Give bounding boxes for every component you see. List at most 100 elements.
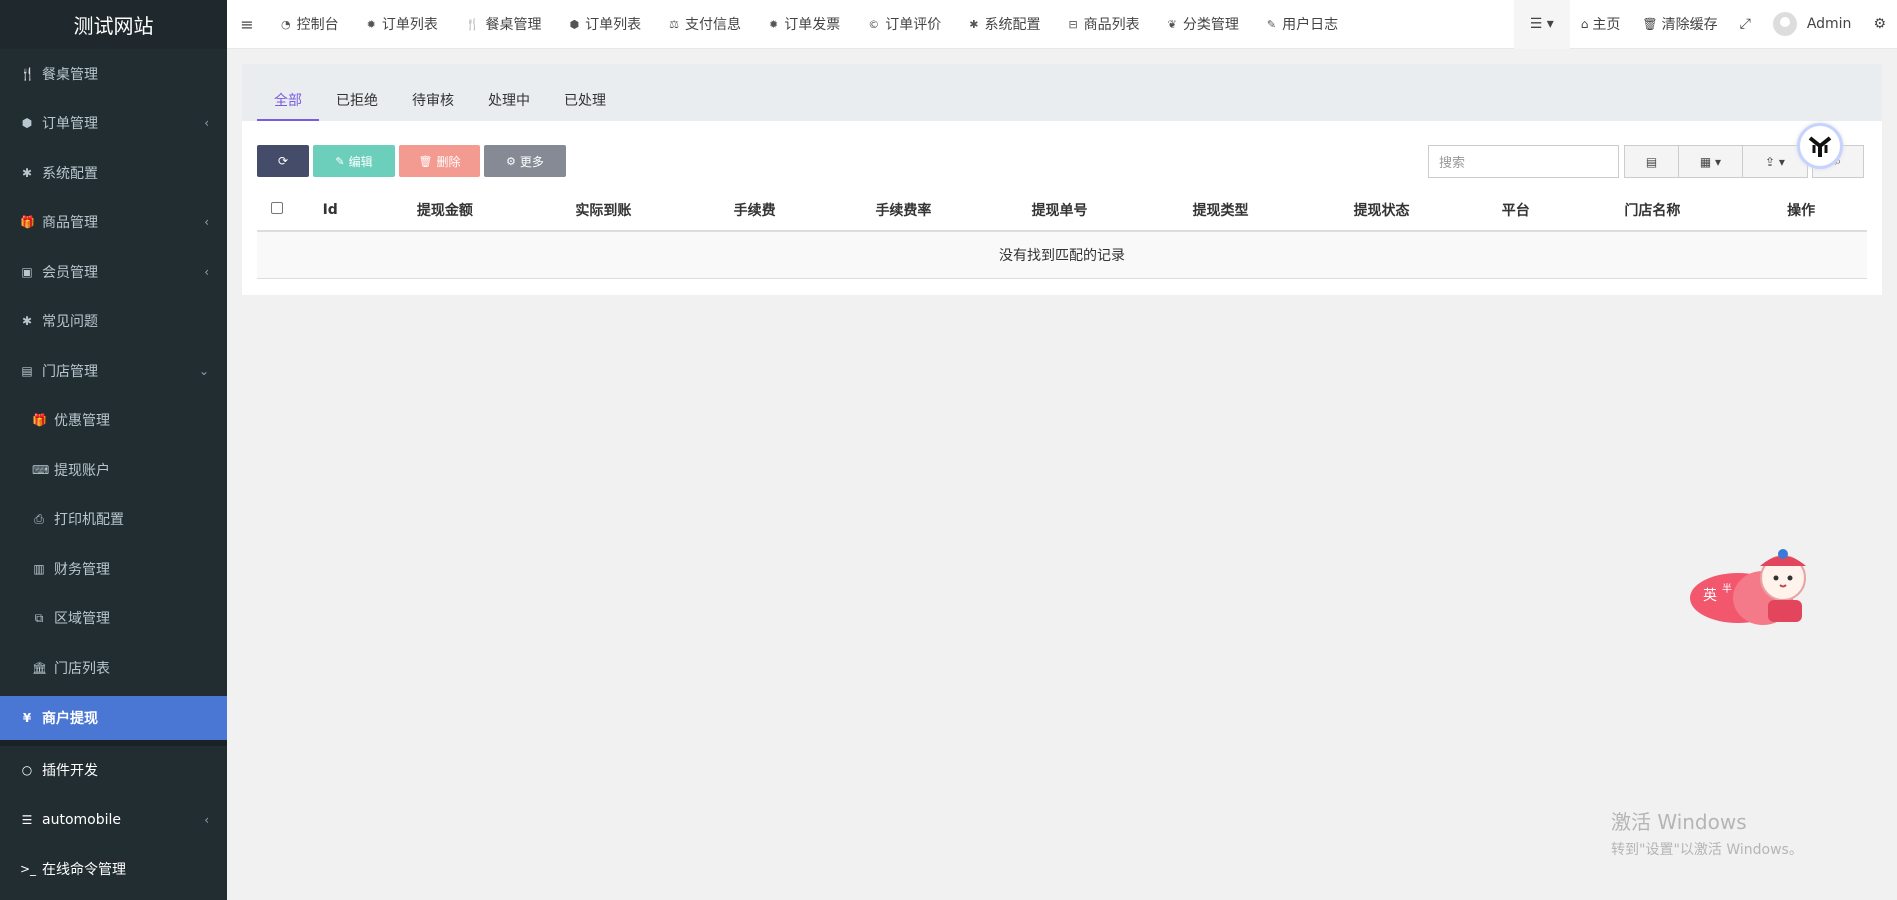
sidebar-item[interactable]: ▣ 会员管理 ‹ [0,247,227,297]
sidebar-item[interactable]: ✱ 系统配置 [0,148,227,198]
top-nav-link[interactable]: ✎ 用户日志 [1253,0,1352,49]
refresh-icon: ⟳ [277,154,289,168]
home-icon: ⌂ [1580,17,1589,31]
site-logo[interactable]: 测试网站 [0,0,227,49]
status-tab[interactable]: 已拒绝 [319,64,395,121]
top-nav-link[interactable]: ◔ 控制台 [267,0,353,49]
svg-text:半: 半 [1722,582,1732,595]
user-menu[interactable]: Admin [1762,0,1863,49]
watermark-title: 激活 Windows [1611,810,1747,834]
table-column-header[interactable]: 操作 [1735,200,1867,220]
fullscreen-button[interactable]: ⤢ [1729,0,1762,49]
search-input[interactable]: 搜索 [1428,145,1619,178]
top-nav-link[interactable]: ⬢ 订单列表 [556,0,656,49]
table-column-header[interactable]: Id [296,202,364,218]
top-nav-link[interactable]: ✹ 订单发票 [755,0,854,49]
sidebar-item[interactable]: ¥ 商户提现 [0,695,227,740]
top-nav-link[interactable]: ⚖ 支付信息 [655,0,755,49]
top-nav-link[interactable]: 🍴 餐桌管理 [452,0,556,49]
top-right-tools: ☰ ▾ ⌂ 主页 🗑 清除缓存 ⤢ Admin ⚙ [1513,0,1897,49]
table-column-header[interactable]: 平台 [1462,200,1569,220]
sidebar-item[interactable]: ▤ 门店管理 ⌄ [0,346,227,396]
home-link[interactable]: ⌂ 主页 [1570,0,1632,49]
utensils-icon: 🍴 [465,17,480,31]
sidebar-item-label: 优惠管理 [54,413,110,430]
top-nav-link[interactable]: ❦ 分类管理 [1154,0,1253,49]
top-nav-link[interactable]: ⊟ 商品列表 [1054,0,1153,49]
print-icon: ⎙ [34,511,44,526]
address-book-icon: ▣ [21,264,33,279]
status-tab[interactable]: 已处理 [547,64,623,121]
chevron-icon: ‹ [204,116,209,131]
watermark-subtitle: 转到"设置"以激活 Windows。 [1611,842,1803,858]
clear-cache-button[interactable]: 🗑 清除缓存 [1631,0,1728,49]
table-column-header[interactable]: 实际到账 [525,200,681,220]
top-nav-link[interactable]: ✱ 系统配置 [955,0,1054,49]
sidebar-item-label: 商户提现 [42,710,98,727]
terminal-icon: >_ [20,862,37,877]
sidebar-item[interactable]: 🎁 商品管理 ‹ [0,198,227,248]
status-tab[interactable]: 全部 [257,64,319,121]
table-icon: ▤ [1645,154,1658,169]
refresh-button[interactable]: ⟳ [257,145,309,177]
top-nav-link[interactable]: © 订单评价 [854,0,955,49]
home-label: 主页 [1592,17,1621,33]
status-tab[interactable]: 待审核 [395,64,471,121]
asterisk-icon: ✱ [969,17,979,31]
list-icon: ☰ ▾ [1529,16,1554,32]
sidebar-item[interactable]: ▥ 财务管理 [0,544,227,594]
user-name: Admin [1806,16,1852,32]
sidebar-item[interactable]: 🍴 餐桌管理 [0,49,227,99]
nav-menu-dropdown[interactable]: ☰ ▾ [1513,0,1570,49]
pencil-icon: ✎ [335,154,345,168]
mascot-illustration[interactable]: 英 半 [1688,548,1828,628]
gift-icon: 🎁 [20,215,35,230]
sidebar-item-label: 财务管理 [54,561,110,578]
windows-activation-watermark: 激活 Windows 转到"设置"以激活 Windows。 [1611,806,1803,859]
columns-dropdown[interactable]: ▦ ▾ [1678,145,1743,178]
table-column-header[interactable]: 手续费率 [828,200,979,220]
table-header: Id 提现金额 实际到账 手续费 手续费率 提现单号 提现类型 提现状态 平台 门店名称 操作 [257,189,1867,232]
assistant-float-icon[interactable] [1797,123,1843,169]
more-button[interactable]: ⚙ 更多 [484,145,566,177]
table-column-header[interactable]: 门店名称 [1569,200,1735,220]
sidebar-toggle-icon[interactable]: ≡ [227,15,267,34]
sidebar-item[interactable]: ○ 插件开发 [0,746,227,796]
delete-button[interactable]: 🗑 删除 [399,145,480,177]
status-tab[interactable]: 处理中 [471,64,547,121]
top-nav-label: 订单列表 [585,17,642,33]
sidebar-item[interactable]: 🏛 门店列表 [0,643,227,693]
table-column-header[interactable]: 提现类型 [1140,200,1301,220]
sidebar-menu: 🍴 餐桌管理 ⬢ 订单管理 ‹ ✱ 系统配置 🎁 商品管理 ‹ ▣ 会员管理 ‹ ✱ 常见问题 ▤ 门店管理 ⌄ 🎁… [0,49,227,894]
cube-icon: ⬢ [21,116,33,131]
sidebar-item-label: 门店管理 [42,363,98,380]
top-nav-label: 订单评价 [885,17,942,33]
keyboard-icon: ⌨ [32,462,50,477]
top-nav-links: ◔ 控制台 ✹ 订单列表 🍴 餐桌管理 ⬢ 订单列表 ⚖ 支付信息 ✹ 订单发票 © 订单评价 ✱ 系统配置 ⊟… [267,0,1514,49]
table-column-header[interactable]: 手续费 [681,200,827,220]
table-column-header[interactable]: 提现金额 [364,200,525,220]
toggle-view-button[interactable]: ▤ [1624,145,1679,178]
archive-icon: ▤ [21,363,33,378]
sidebar-item[interactable]: ✱ 常见问题 [0,297,227,347]
leaf-icon: ❦ [1167,17,1177,31]
select-all-checkbox[interactable] [270,201,283,214]
trash-icon: 🗑 [1642,17,1658,31]
sidebar-item-label: 会员管理 [42,264,98,281]
sidebar-item[interactable]: ⌨ 提现账户 [0,445,227,495]
sidebar-item[interactable]: ⧉ 区域管理 [0,594,227,644]
sidebar-item[interactable]: 🎁 优惠管理 [0,396,227,446]
table-column-header[interactable]: 提现单号 [979,200,1140,220]
table-column-header[interactable]: 提现状态 [1301,200,1462,220]
basket-icon: ⊟ [1068,17,1078,31]
sidebar-item[interactable]: ⬢ 订单管理 ‹ [0,99,227,149]
top-nav-link[interactable]: ✹ 订单列表 [353,0,452,49]
sidebar-item[interactable]: ⎙ 打印机配置 [0,495,227,545]
edit-button[interactable]: ✎ 编辑 [313,145,395,177]
sidebar-item-label: 餐桌管理 [42,66,98,83]
settings-button[interactable]: ⚙ [1862,0,1897,49]
table-toolbar: ⟳ ✎ 编辑 🗑 删除 ⚙ 更多 [257,145,566,177]
edit-label: 编辑 [348,154,373,169]
sidebar-item[interactable]: ☰ automobile ‹ [0,795,227,845]
sidebar-item[interactable]: >_ 在线命令管理 [0,845,227,895]
